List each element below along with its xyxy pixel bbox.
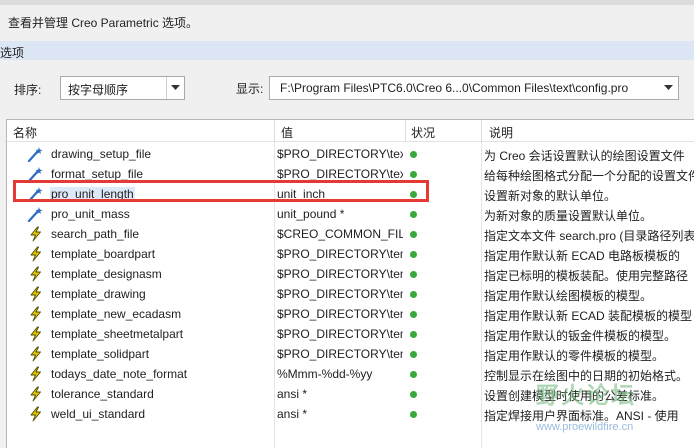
table-header: 名称 值 状况 说明 (7, 120, 694, 142)
option-value: $PRO_DIRECTORY\templates (277, 307, 403, 321)
option-name: template_sheetmetalpart (51, 327, 184, 341)
option-description: 指定用作默认的零件模板的模型。 (484, 349, 665, 363)
chevron-down-icon[interactable] (166, 77, 184, 99)
option-name: template_drawing (51, 287, 146, 301)
option-description: 指定用作默认新 ECAD 电路板模板的 (484, 249, 681, 263)
status-indicator (410, 291, 417, 298)
option-description: 为 Creo 会话设置默认的绘图设置文件 (484, 149, 685, 163)
status-indicator (410, 351, 417, 358)
wand-icon (27, 146, 45, 163)
option-name: todays_date_note_format (51, 367, 188, 381)
page-description: 查看并管理 Creo Parametric 选项。 (8, 16, 199, 30)
option-description: 给每种绘图格式分配一个分配的设置文件 (484, 169, 694, 183)
option-name: template_boardpart (51, 247, 156, 261)
status-indicator (410, 171, 417, 178)
table-row[interactable]: template_sheetmetalpart $PRO_DIRECTORY\te… (7, 324, 694, 344)
option-description: 指定用作默认新 ECAD 装配模板的模型 (484, 309, 693, 323)
lightning-icon (27, 286, 45, 302)
sort-label: 排序: (14, 83, 42, 97)
option-description: 为新对象的质量设置默认单位。 (484, 209, 653, 223)
option-name: search_path_file (51, 227, 140, 241)
option-value: unit_pound * (277, 207, 345, 221)
column-divider[interactable] (274, 120, 275, 142)
table-row[interactable]: template_boardpart $PRO_DIRECTORY\templat… (7, 244, 694, 264)
option-value: ansi * (277, 387, 308, 401)
table-row[interactable]: template_drawing $PRO_DIRECTORY\templates… (7, 284, 694, 304)
column-header-value[interactable]: 值 (281, 124, 293, 141)
option-description: 指定用作默认的钣金件模板的模型。 (484, 329, 677, 343)
status-indicator (410, 411, 417, 418)
status-indicator (410, 211, 417, 218)
option-value: $PRO_DIRECTORY\templates (277, 267, 403, 281)
table-row[interactable]: template_solidpart $PRO_DIRECTORY\templat… (7, 344, 694, 364)
lightning-icon (27, 366, 45, 382)
option-name: template_designasm (51, 267, 162, 281)
table-row[interactable]: template_designasm $PRO_DIRECTORY\templat… (7, 264, 694, 284)
status-indicator (410, 331, 417, 338)
status-indicator (410, 271, 417, 278)
column-header-name[interactable]: 名称 (13, 124, 37, 141)
option-description: 指定文本文件 search.pro (目录路径列表) (484, 229, 694, 243)
lightning-icon (27, 246, 45, 262)
status-indicator (410, 151, 417, 158)
lightning-icon (27, 326, 45, 342)
table-row[interactable]: drawing_setup_file $PRO_DIRECTORY\text 为 C… (7, 144, 694, 164)
option-description: 指定已标明的模板装配。使用完整路径 (484, 269, 689, 283)
watermark-url: www.proewildfire.cn (536, 421, 634, 433)
status-indicator (410, 391, 417, 398)
config-file-path: F:\Program Files\PTC6.0\Creo 6...0\Commo… (280, 81, 629, 95)
option-value: $PRO_DIRECTORY\templates (277, 287, 403, 301)
status-indicator (410, 311, 417, 318)
option-name: template_solidpart (51, 347, 150, 361)
lightning-icon (27, 386, 45, 402)
window-top-edge (0, 0, 694, 5)
option-name: template_new_ecadasm (51, 307, 182, 321)
table-row[interactable]: search_path_file $CREO_COMMON_FILES 指定文本文件… (7, 224, 694, 244)
lightning-icon (27, 226, 45, 242)
watermark-text: 野火论坛 (536, 383, 636, 409)
highlight-annotation (13, 180, 429, 202)
lightning-icon (27, 346, 45, 362)
lightning-icon (27, 406, 45, 422)
status-indicator (410, 231, 417, 238)
table-row[interactable]: pro_unit_mass unit_pound * 为新对象的质量设置默认单位。 (7, 204, 694, 224)
config-file-dropdown[interactable]: F:\Program Files\PTC6.0\Creo 6...0\Commo… (269, 76, 679, 100)
column-divider[interactable] (481, 120, 482, 142)
option-value: $CREO_COMMON_FILES (277, 227, 403, 241)
column-header-status[interactable]: 状况 (411, 124, 435, 141)
sort-dropdown[interactable]: 按字母顺序 (60, 76, 185, 100)
show-label: 显示: (236, 82, 264, 96)
lightning-icon (27, 306, 45, 322)
option-name: drawing_setup_file (51, 147, 152, 161)
options-section-header: 选项 (0, 41, 694, 60)
option-name: tolerance_standard (51, 387, 154, 401)
chevron-down-icon[interactable] (660, 77, 678, 99)
option-value: $PRO_DIRECTORY\templates (277, 327, 403, 341)
sort-value: 按字母顺序 (68, 83, 129, 97)
option-value: $PRO_DIRECTORY\text (277, 167, 403, 181)
option-value: $PRO_DIRECTORY\text (277, 147, 403, 161)
wand-icon (27, 206, 45, 223)
option-value: $PRO_DIRECTORY\templates (277, 347, 403, 361)
status-indicator (410, 251, 417, 258)
lightning-icon (27, 266, 45, 282)
option-description: 指定用作默认绘图模板的模型。 (484, 289, 653, 303)
table-row[interactable]: template_new_ecadasm $PRO_DIRECTORY\templ… (7, 304, 694, 324)
option-value: ansi * (277, 407, 308, 421)
column-header-note[interactable]: 说明 (489, 124, 513, 141)
option-name: format_setup_file (51, 167, 144, 181)
option-description: 设置新对象的默认单位。 (484, 189, 617, 203)
option-name: pro_unit_mass (51, 207, 130, 221)
status-indicator (410, 371, 417, 378)
section-label: 选项 (0, 46, 25, 60)
column-divider[interactable] (405, 120, 406, 142)
option-name: weld_ui_standard (51, 407, 146, 421)
option-value: $PRO_DIRECTORY\templates (277, 247, 403, 261)
option-value: %Mmm-%dd-%yy (277, 367, 373, 381)
